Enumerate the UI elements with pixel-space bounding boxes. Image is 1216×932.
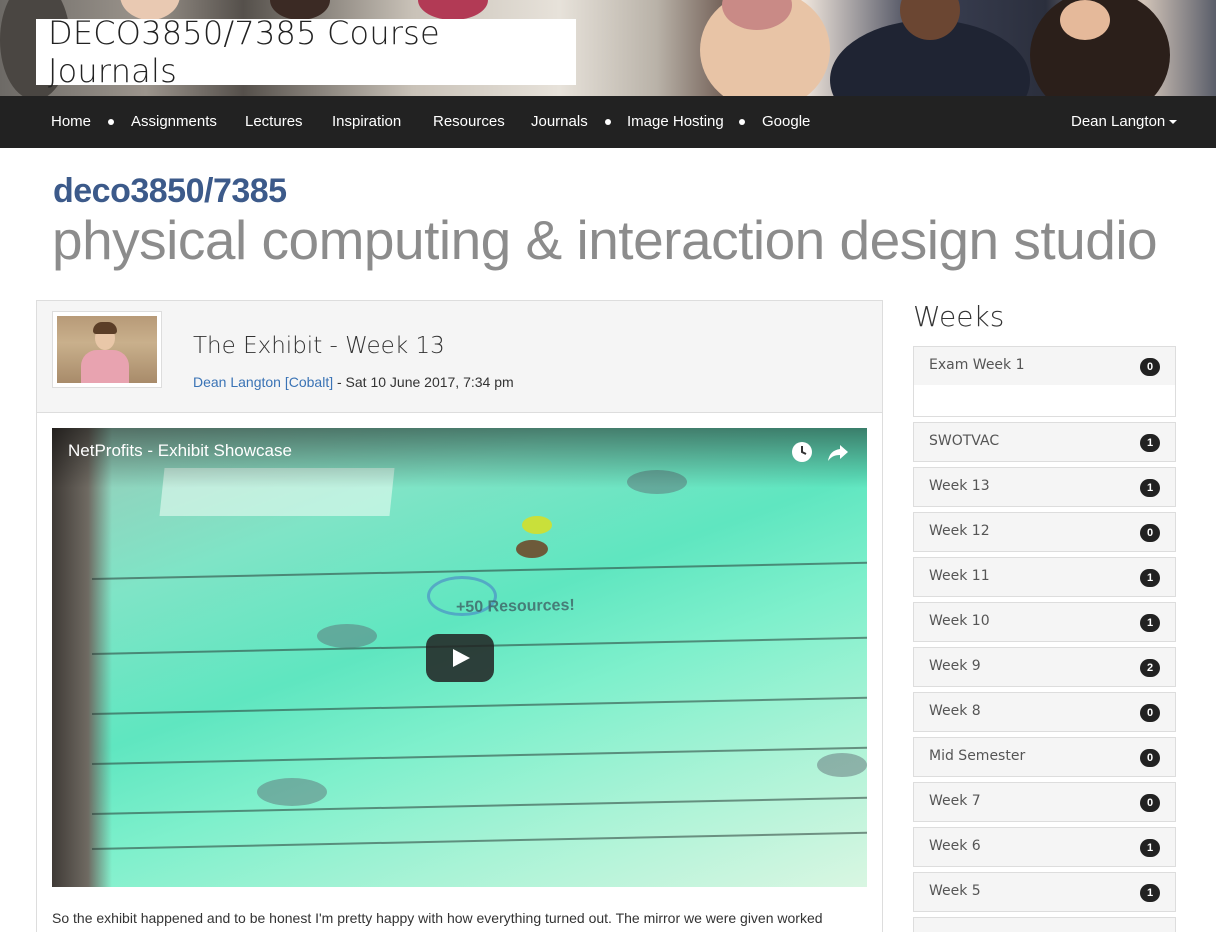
weeks-heading: Weeks	[913, 300, 1005, 333]
resource-token	[516, 540, 548, 558]
week-count-badge: 1	[1140, 569, 1160, 587]
video-title[interactable]: NetProfits - Exhibit Showcase	[68, 441, 292, 461]
journal-post: The Exhibit - Week 13 Dean Langton [Coba…	[36, 300, 883, 932]
fish-shape	[257, 778, 327, 806]
nav-inspiration[interactable]: Inspiration	[332, 96, 401, 148]
week-count-badge: 0	[1140, 704, 1160, 722]
post-title[interactable]: The Exhibit - Week 13	[193, 333, 445, 359]
nav-separator-dot	[605, 119, 611, 125]
banner-photo-person	[1060, 0, 1110, 40]
share-icon[interactable]	[826, 440, 850, 464]
week-count-badge: 0	[1140, 524, 1160, 542]
week-count-badge: 1	[1140, 434, 1160, 452]
video-table-line	[91, 796, 867, 815]
week-expanded-panel	[913, 385, 1176, 417]
nav-google[interactable]: Google	[762, 96, 810, 148]
user-menu[interactable]: Dean Langton	[1071, 96, 1178, 148]
week-item-week-6[interactable]: Week 6 1	[913, 827, 1176, 867]
week-label: Week 10	[929, 613, 990, 629]
week-item-week-7[interactable]: Week 7 0	[913, 782, 1176, 822]
watch-later-icon[interactable]	[790, 440, 814, 464]
week-label: Week 13	[929, 478, 990, 494]
user-name: Dean Langton	[1071, 113, 1166, 130]
week-label: Week 9	[929, 658, 981, 674]
nav-lectures[interactable]: Lectures	[245, 96, 303, 148]
post-header: The Exhibit - Week 13 Dean Langton [Coba…	[37, 301, 882, 413]
nav-image-hosting[interactable]: Image Hosting	[627, 96, 724, 148]
week-item-exam-week-1[interactable]: Exam Week 1 0	[913, 346, 1176, 386]
video-frame-edge	[52, 428, 112, 887]
week-count-badge: 1	[1140, 479, 1160, 497]
nav-assignments[interactable]: Assignments	[131, 96, 217, 148]
embedded-video[interactable]: +50 Resources! NetProfits - Exhibit Show…	[52, 428, 867, 887]
week-item-week-5[interactable]: Week 5 1	[913, 872, 1176, 912]
week-count-badge: 0	[1140, 794, 1160, 812]
author-link[interactable]: Dean Langton [Cobalt]	[193, 374, 333, 390]
post-meta: Dean Langton [Cobalt] - Sat 10 June 2017…	[193, 374, 514, 390]
week-item-swotvac[interactable]: SWOTVAC 1	[913, 422, 1176, 462]
avatar-photo	[57, 316, 157, 383]
video-overlay-text: +50 Resources!	[455, 596, 575, 617]
video-table-line	[91, 746, 867, 765]
post-date: - Sat 10 June 2017, 7:34 pm	[333, 374, 514, 390]
video-table-line	[91, 561, 867, 580]
video-table-line	[91, 831, 867, 850]
fish-shape	[317, 624, 377, 648]
week-label: Exam Week 1	[929, 357, 1025, 373]
site-title-box: DECO3850/7385 Course Journals	[36, 14, 576, 90]
week-label: Week 8	[929, 703, 981, 719]
week-item-week-11[interactable]: Week 11 1	[913, 557, 1176, 597]
week-item-week-12[interactable]: Week 12 0	[913, 512, 1176, 552]
week-item-week-8[interactable]: Week 8 0	[913, 692, 1176, 732]
site-title[interactable]: DECO3850/7385 Course Journals	[48, 14, 576, 90]
week-item-week-9[interactable]: Week 9 2	[913, 647, 1176, 687]
resource-token	[522, 516, 552, 534]
week-item-mid-semester[interactable]: Mid Semester 0	[913, 737, 1176, 777]
week-label: SWOTVAC	[929, 433, 1000, 449]
nav-separator-dot	[108, 119, 114, 125]
week-label: Week 6	[929, 838, 981, 854]
week-label: Week 12	[929, 523, 990, 539]
week-count-badge: 0	[1140, 749, 1160, 767]
nav-home[interactable]: Home	[51, 96, 91, 148]
week-label: Week 5	[929, 883, 981, 899]
play-button[interactable]	[426, 634, 494, 682]
week-count-badge: 1	[1140, 839, 1160, 857]
nav-resources[interactable]: Resources	[433, 96, 505, 148]
week-count-badge: 1	[1140, 614, 1160, 632]
top-navbar: Home Assignments Lectures Inspiration Re…	[0, 96, 1216, 148]
course-name-logo: physical computing & interaction design …	[52, 209, 1158, 271]
week-count-badge: 0	[1140, 358, 1160, 376]
week-label: Week 7	[929, 793, 981, 809]
header-banner: DECO3850/7385 Course Journals	[0, 0, 1216, 96]
week-label: Week 11	[929, 568, 990, 584]
author-avatar[interactable]	[52, 311, 162, 388]
fish-shape	[817, 753, 867, 777]
video-table-line	[91, 696, 867, 715]
nav-separator-dot	[739, 119, 745, 125]
nav-journals[interactable]: Journals	[531, 96, 588, 148]
week-label: Mid Semester	[929, 748, 1026, 764]
week-count-badge: 2	[1140, 659, 1160, 677]
week-item-partial[interactable]	[913, 917, 1176, 932]
week-item-week-13[interactable]: Week 13 1	[913, 467, 1176, 507]
post-body-text: So the exhibit happened and to be honest…	[52, 910, 823, 926]
week-item-week-10[interactable]: Week 10 1	[913, 602, 1176, 642]
course-code-logo: deco3850/7385	[53, 172, 287, 210]
caret-down-icon	[1169, 120, 1178, 125]
week-count-badge: 1	[1140, 884, 1160, 902]
